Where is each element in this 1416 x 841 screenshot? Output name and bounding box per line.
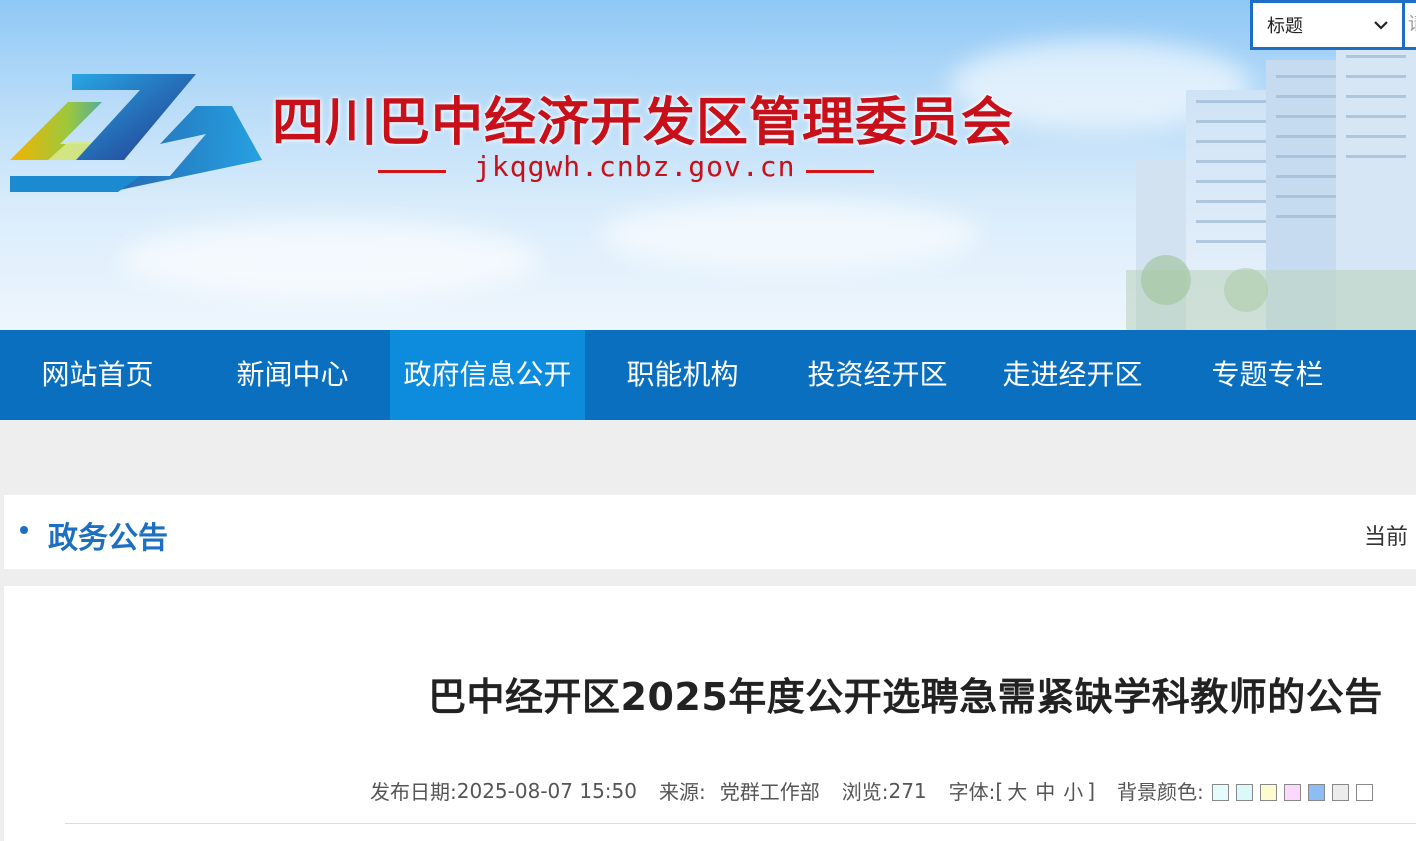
site-title: 四川巴中经济开发区管理委员会: [272, 92, 1015, 153]
nav-item-about[interactable]: 走进经开区: [975, 330, 1170, 420]
publish-date: 2025-08-07 15:50: [456, 778, 637, 803]
bg-color-swatches: [1211, 779, 1380, 803]
header-banner: 四川巴中经济开发区管理委员会 jkqgwh.cnbz.gov.cn 标题 请: [0, 0, 1416, 330]
views-label: 浏览:: [841, 780, 889, 804]
bg-color-swatch[interactable]: [1259, 783, 1277, 801]
site-logo: [10, 74, 262, 192]
domain-divider-left: [378, 170, 446, 173]
publish-date-label: 发布日期:: [370, 780, 457, 804]
font-size-label: 字体:: [948, 780, 996, 804]
source-value: 党群工作部: [719, 780, 820, 804]
bg-color-label: 背景颜色:: [1117, 780, 1204, 804]
current-location-label: 当前: [1364, 525, 1409, 550]
column-bar: 政务公告 当前: [4, 495, 1416, 569]
article-panel: 巴中经开区2025年度公开选聘急需紧缺学科教师的公告 发布日期: 2025-08…: [4, 586, 1416, 841]
font-size-close-bracket: ]: [1087, 778, 1096, 803]
nav-item-interaction[interactable]: 互: [1365, 330, 1416, 420]
bg-color-swatch[interactable]: [1211, 783, 1229, 801]
bg-color-swatch[interactable]: [1355, 783, 1373, 801]
chevron-down-icon: [1374, 21, 1388, 30]
nav-item-gov-info[interactable]: 政府信息公开: [390, 330, 585, 420]
site-domain: jkqgwh.cnbz.gov.cn: [474, 150, 796, 183]
font-size-small-button[interactable]: 小: [1059, 776, 1087, 805]
search-box: 标题 请: [1250, 0, 1416, 50]
nav-item-departments[interactable]: 职能机构: [585, 330, 780, 420]
search-input[interactable]: 请: [1405, 0, 1416, 50]
font-size-large-button[interactable]: 大: [1003, 776, 1031, 805]
column-title: 政务公告: [48, 521, 168, 556]
banner-cloud: [600, 200, 980, 270]
article-divider: [65, 823, 1416, 824]
article-meta: 发布日期: 2025-08-07 15:50 来源: 党群工作部 浏览: 271…: [370, 776, 1380, 805]
banner-cloud: [120, 220, 540, 300]
bg-color-swatch[interactable]: [1283, 783, 1301, 801]
views-count: 271: [888, 778, 927, 803]
source-label: 来源:: [658, 780, 706, 804]
domain-divider-right: [806, 170, 874, 173]
nav-item-topics[interactable]: 专题专栏: [1170, 330, 1365, 420]
bg-color-swatch[interactable]: [1331, 783, 1349, 801]
bg-color-swatch[interactable]: [1307, 783, 1325, 801]
nav-item-investment[interactable]: 投资经开区: [780, 330, 975, 420]
article-title: 巴中经开区2025年度公开选聘急需紧缺学科教师的公告: [428, 675, 1383, 719]
search-type-value: 标题: [1267, 16, 1303, 37]
font-size-open-bracket: [: [995, 778, 1004, 803]
nav-item-news[interactable]: 新闻中心: [195, 330, 390, 420]
font-size-medium-button[interactable]: 中: [1031, 776, 1059, 805]
nav-item-home[interactable]: 网站首页: [0, 330, 195, 420]
bg-color-swatch[interactable]: [1235, 783, 1253, 801]
main-nav: 网站首页 新闻中心 政府信息公开 职能机构 投资经开区 走进经开区 专题专栏 互: [0, 330, 1416, 420]
bullet-icon: [20, 526, 28, 534]
search-type-select[interactable]: 标题: [1250, 0, 1405, 50]
